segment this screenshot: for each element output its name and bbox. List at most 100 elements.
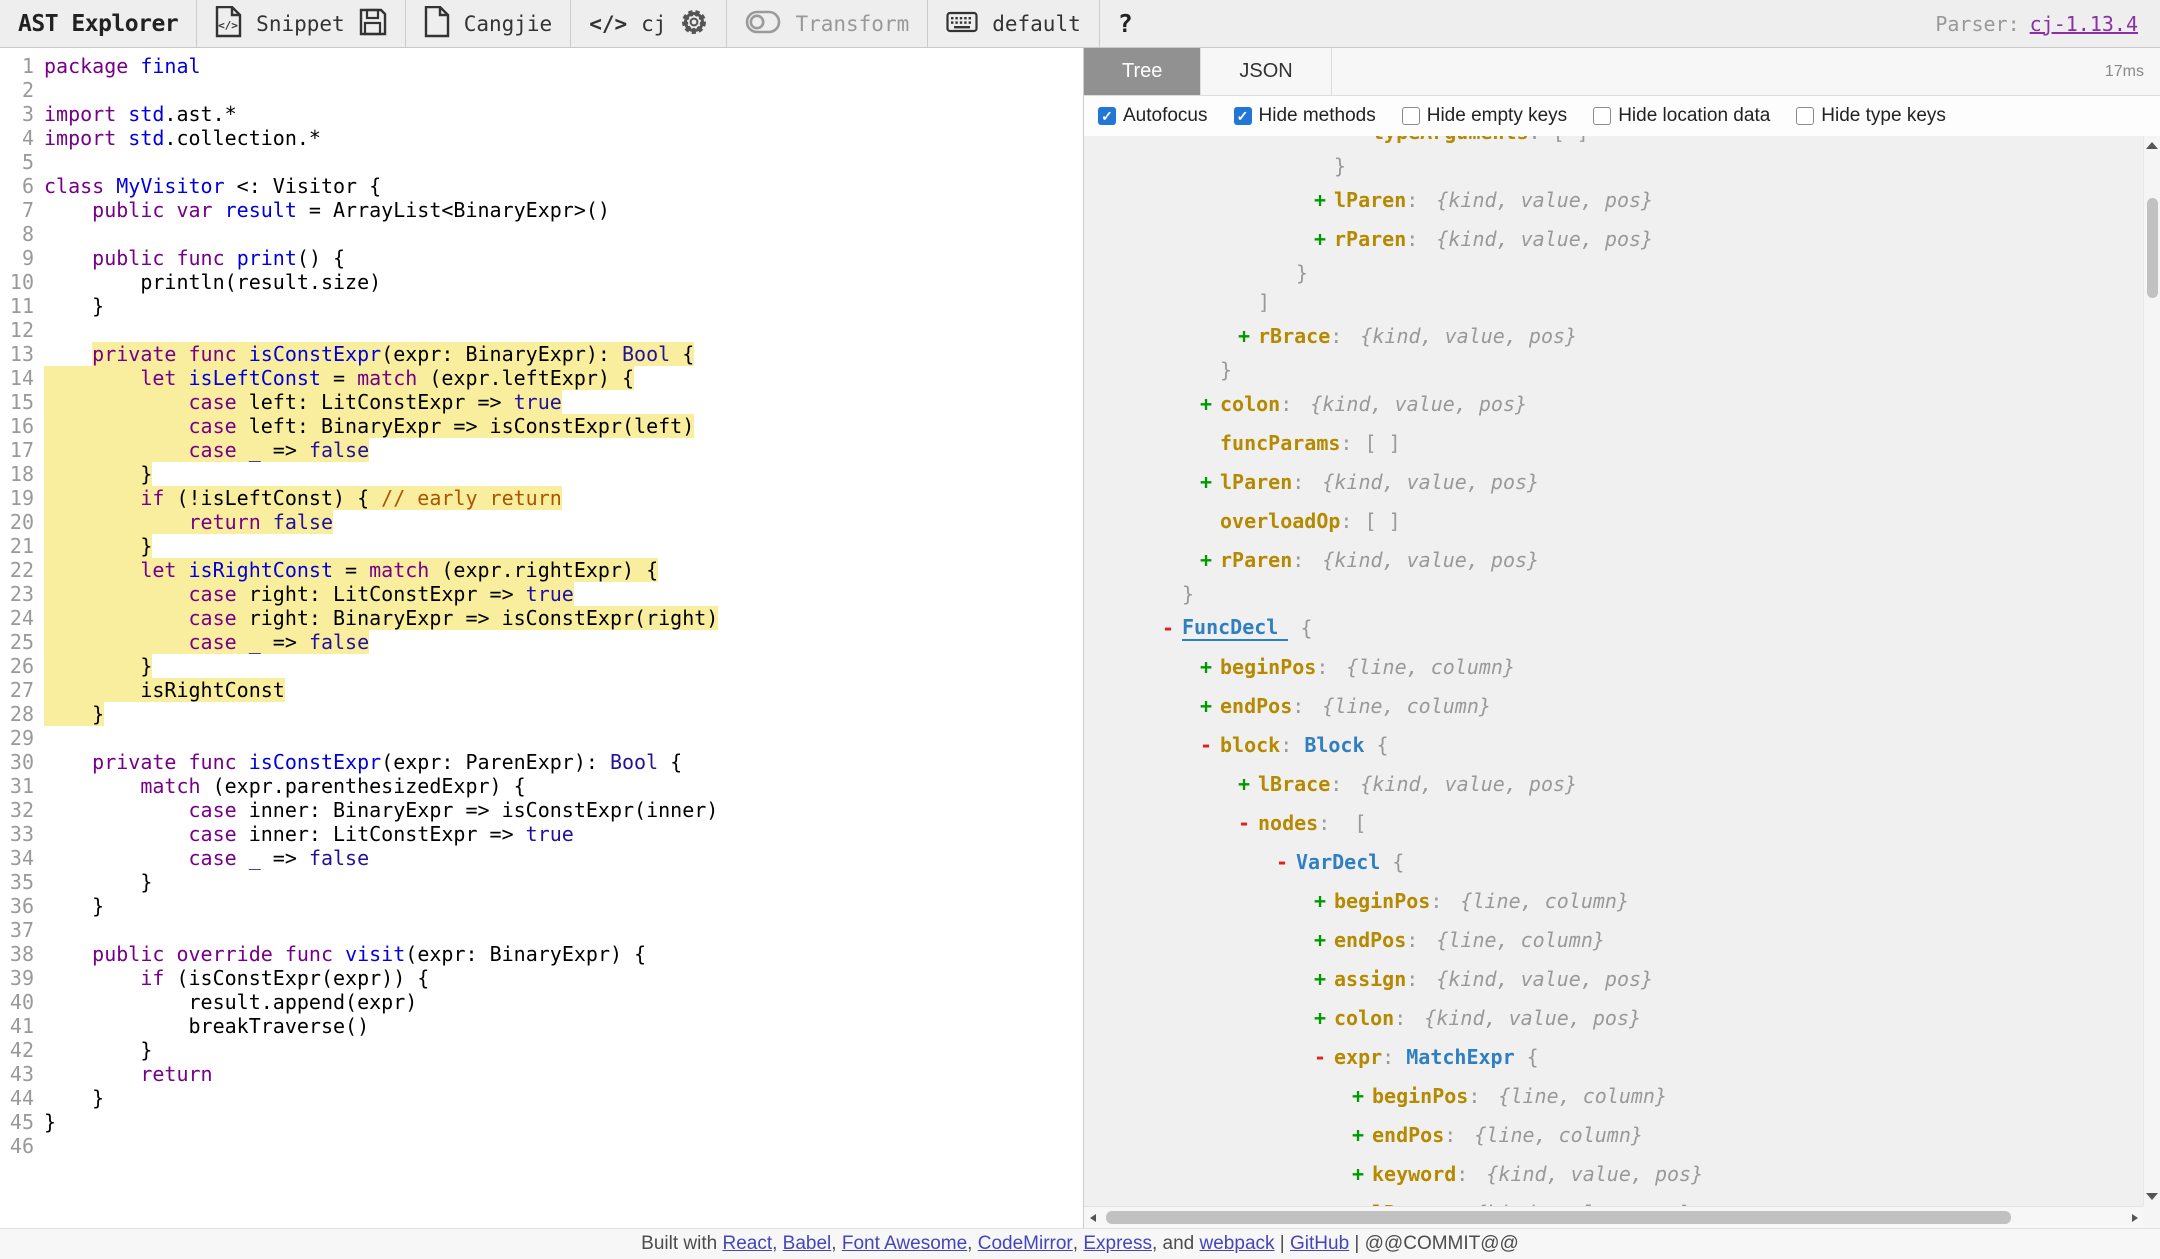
parser-short-button[interactable]: cj bbox=[641, 12, 666, 36]
tree-row[interactable]: +endPos: {line, column} bbox=[1084, 920, 2160, 959]
tree-row[interactable]: +endPos: {line, column} bbox=[1084, 686, 2160, 725]
scroll-right-icon[interactable] bbox=[2126, 1207, 2143, 1228]
code-line[interactable]: 27 isRightConst bbox=[0, 678, 1083, 702]
footer-link[interactable]: Express bbox=[1083, 1233, 1152, 1255]
expand-icon[interactable]: + bbox=[1314, 188, 1334, 212]
tree-key[interactable]: block bbox=[1220, 733, 1280, 757]
code-line[interactable]: 40 result.append(expr) bbox=[0, 990, 1083, 1014]
code-line[interactable]: 28 } bbox=[0, 702, 1083, 726]
code-line[interactable]: 21 } bbox=[0, 534, 1083, 558]
tree-node-type[interactable]: Block bbox=[1304, 733, 1364, 757]
vertical-scrollbar[interactable] bbox=[2143, 136, 2160, 1206]
tree-key[interactable]: overloadOp bbox=[1220, 509, 1340, 533]
help-group[interactable]: ? bbox=[1100, 0, 1151, 47]
code-line[interactable]: 9 public func print() { bbox=[0, 246, 1083, 270]
tree-key[interactable]: nodes bbox=[1258, 811, 1318, 835]
code-line[interactable]: 23 case right: LitConstExpr => true bbox=[0, 582, 1083, 606]
tree-key[interactable]: beginPos bbox=[1372, 1084, 1468, 1108]
expand-icon[interactable]: + bbox=[1314, 928, 1334, 952]
code-line[interactable]: 7 public var result = ArrayList<BinaryEx… bbox=[0, 198, 1083, 222]
transform-button[interactable]: Transform bbox=[795, 12, 909, 36]
option-hide-type-keys[interactable]: Hide type keys bbox=[1796, 105, 1946, 127]
option-autofocus[interactable]: ✓Autofocus bbox=[1098, 105, 1208, 127]
footer-link[interactable]: CodeMirror bbox=[978, 1233, 1073, 1255]
option-hide-methods[interactable]: ✓Hide methods bbox=[1234, 105, 1376, 127]
tree-key[interactable]: typeArguments bbox=[1372, 136, 1529, 144]
footer-link[interactable]: Babel bbox=[783, 1233, 832, 1255]
code-line[interactable]: 39 if (isConstExpr(expr)) { bbox=[0, 966, 1083, 990]
code-line[interactable]: 16 case left: BinaryExpr => isConstExpr(… bbox=[0, 414, 1083, 438]
collapse-icon[interactable]: - bbox=[1200, 733, 1220, 757]
checkbox-icon[interactable]: ✓ bbox=[1234, 107, 1252, 125]
tree-row[interactable]: +lParen: {kind, value, pos} bbox=[1084, 462, 2160, 501]
code-line[interactable]: 30 private func isConstExpr(expr: ParenE… bbox=[0, 750, 1083, 774]
checkbox-icon[interactable] bbox=[1402, 107, 1420, 125]
option-hide-empty-keys[interactable]: Hide empty keys bbox=[1402, 105, 1567, 127]
tree-key[interactable]: rParen bbox=[1220, 548, 1292, 572]
tree-key[interactable]: lBrace bbox=[1258, 772, 1330, 796]
tree-row[interactable]: funcParams: [ ] bbox=[1084, 423, 2160, 462]
code-line[interactable]: 32 case inner: BinaryExpr => isConstExpr… bbox=[0, 798, 1083, 822]
save-icon[interactable] bbox=[359, 8, 387, 40]
tree-key[interactable]: assign bbox=[1334, 967, 1406, 991]
tree-row[interactable]: +lBrace: {kind, value, pos} bbox=[1084, 764, 2160, 803]
collapse-icon[interactable]: - bbox=[1314, 1045, 1334, 1069]
tab-tree[interactable]: Tree bbox=[1084, 48, 1201, 95]
collapse-icon[interactable]: - bbox=[1238, 811, 1258, 835]
tree-key[interactable]: keyword bbox=[1372, 1162, 1456, 1186]
code-line[interactable]: 45} bbox=[0, 1110, 1083, 1134]
code-line[interactable]: 6class MyVisitor <: Visitor { bbox=[0, 174, 1083, 198]
code-line[interactable]: 43 return bbox=[0, 1062, 1083, 1086]
footer-link[interactable]: GitHub bbox=[1290, 1233, 1349, 1255]
scroll-down-icon[interactable] bbox=[2146, 1193, 2158, 1200]
parser-version-link[interactable]: cj-1.13.4 bbox=[2030, 12, 2138, 36]
footer-link[interactable]: webpack bbox=[1200, 1233, 1275, 1255]
tree-node-type[interactable]: FuncDecl bbox=[1182, 615, 1288, 641]
code-line[interactable]: 25 case _ => false bbox=[0, 630, 1083, 654]
language-button[interactable]: Cangjie bbox=[464, 12, 553, 36]
expand-icon[interactable]: + bbox=[1314, 1006, 1334, 1030]
tree-row[interactable]: +endPos: {line, column} bbox=[1084, 1115, 2160, 1154]
code-line[interactable]: 44 } bbox=[0, 1086, 1083, 1110]
code-line[interactable]: 22 let isRightConst = match (expr.rightE… bbox=[0, 558, 1083, 582]
tree-key[interactable]: endPos bbox=[1372, 1123, 1444, 1147]
expand-icon[interactable]: + bbox=[1238, 324, 1258, 348]
tree-row[interactable]: +assign: {kind, value, pos} bbox=[1084, 959, 2160, 998]
code-line[interactable]: 5 bbox=[0, 150, 1083, 174]
code-line[interactable]: 12 bbox=[0, 318, 1083, 342]
expand-icon[interactable]: + bbox=[1238, 772, 1258, 796]
expand-icon[interactable]: + bbox=[1314, 889, 1334, 913]
tree-row[interactable]: -expr: MatchExpr{ bbox=[1084, 1037, 2160, 1076]
tree-row[interactable]: +colon: {kind, value, pos} bbox=[1084, 384, 2160, 423]
tree-key[interactable]: rBrace bbox=[1258, 324, 1330, 348]
tree-key[interactable]: beginPos bbox=[1220, 655, 1316, 679]
scroll-left-icon[interactable] bbox=[1084, 1207, 1101, 1228]
tree-key[interactable]: colon bbox=[1220, 392, 1280, 416]
tree-row[interactable]: +beginPos: {line, column} bbox=[1084, 647, 2160, 686]
code-line[interactable]: 26 } bbox=[0, 654, 1083, 678]
tree-row[interactable]: -nodes: [ bbox=[1084, 803, 2160, 842]
tree-row[interactable]: +beginPos: {line, column} bbox=[1084, 1076, 2160, 1115]
code-line[interactable]: 34 case _ => false bbox=[0, 846, 1083, 870]
checkbox-icon[interactable] bbox=[1593, 107, 1611, 125]
tree-row[interactable]: typeArguments: [ ] bbox=[1084, 136, 2160, 151]
checkbox-icon[interactable]: ✓ bbox=[1098, 107, 1116, 125]
footer-link[interactable]: Font Awesome bbox=[842, 1233, 967, 1255]
footer-link[interactable]: React bbox=[722, 1233, 772, 1255]
tree-key[interactable]: rParen bbox=[1334, 227, 1406, 251]
horizontal-scrollbar[interactable] bbox=[1084, 1206, 2143, 1228]
code-line[interactable]: 42 } bbox=[0, 1038, 1083, 1062]
tree-key[interactable]: endPos bbox=[1334, 928, 1406, 952]
code-line[interactable]: 33 case inner: LitConstExpr => true bbox=[0, 822, 1083, 846]
code-editor[interactable]: 1package final23import std.ast.*4import … bbox=[0, 48, 1083, 1228]
tree-row[interactable]: +rBrace: {kind, value, pos} bbox=[1084, 316, 2160, 355]
collapse-icon[interactable]: - bbox=[1276, 850, 1296, 874]
language-group[interactable]: Cangjie bbox=[406, 0, 572, 47]
tree-row[interactable]: +rParen: {kind, value, pos} bbox=[1084, 219, 2160, 258]
tree-key[interactable]: colon bbox=[1334, 1006, 1394, 1030]
expand-icon[interactable]: + bbox=[1200, 548, 1220, 572]
code-line[interactable]: 14 let isLeftConst = match (expr.leftExp… bbox=[0, 366, 1083, 390]
snippet-button[interactable]: Snippet bbox=[256, 12, 345, 36]
tree-key[interactable]: lParen bbox=[1220, 470, 1292, 494]
tree-row[interactable]: overloadOp: [ ] bbox=[1084, 501, 2160, 540]
